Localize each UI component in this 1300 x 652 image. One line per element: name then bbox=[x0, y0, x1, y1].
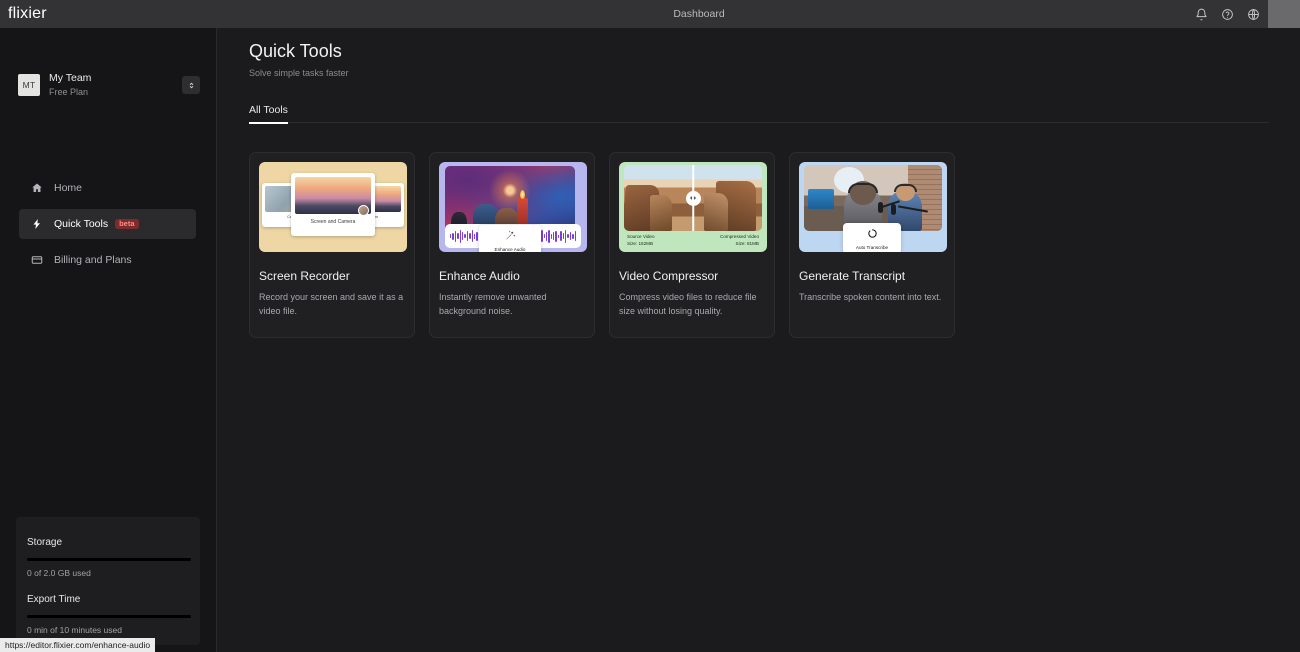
camera-bubble-overlay bbox=[358, 205, 369, 216]
rock-shape bbox=[650, 195, 672, 231]
team-plan: Free Plan bbox=[49, 86, 89, 97]
video-compressor-thumbnail: Source Video Size: 152MB Compressed Vide… bbox=[619, 162, 767, 252]
page-title: Quick Tools bbox=[249, 41, 342, 61]
storage-title: Storage bbox=[27, 537, 63, 548]
globe-icon[interactable] bbox=[1240, 0, 1266, 28]
headphones-shape bbox=[894, 184, 917, 192]
sidebar-item-label: Quick Tools bbox=[54, 218, 109, 230]
credit-card-icon bbox=[29, 252, 45, 268]
tool-card-description: Instantly remove unwanted background noi… bbox=[439, 292, 547, 316]
tool-card-grid: Camera Screen Screen and Camera Screen R… bbox=[249, 152, 955, 338]
generate-transcript-thumbnail: Auto Transcribe bbox=[799, 162, 947, 252]
tool-card-description: Record your screen and save it as a vide… bbox=[259, 292, 404, 316]
sidebar-nav: Home Quick Tools beta Billing and Plans bbox=[19, 173, 196, 281]
canyon-photo bbox=[624, 165, 762, 231]
team-name: My Team bbox=[49, 71, 92, 84]
tool-card-title: Enhance Audio bbox=[439, 269, 520, 283]
tab-bar: All Tools bbox=[249, 100, 1269, 124]
auto-transcribe-button-label: Auto Transcribe bbox=[855, 244, 889, 250]
tool-card-screen-recorder[interactable]: Camera Screen Screen and Camera Screen R… bbox=[249, 152, 415, 338]
tool-card-generate-transcript[interactable]: Auto Transcribe Generate Transcript Tran… bbox=[789, 152, 955, 338]
headphones-shape bbox=[848, 183, 878, 193]
rock-shape bbox=[704, 193, 728, 231]
monitor-shape bbox=[808, 189, 834, 209]
source-video-label: Source Video bbox=[627, 234, 655, 240]
tool-card-title: Screen Recorder bbox=[259, 269, 350, 283]
bolt-icon bbox=[29, 216, 45, 232]
topbar-icon-group bbox=[1188, 0, 1300, 28]
spinner-icon bbox=[867, 228, 878, 242]
export-time-title: Export Time bbox=[27, 594, 81, 605]
comparison-slider-handle[interactable] bbox=[685, 190, 701, 206]
microphone-shape bbox=[891, 204, 896, 215]
enhance-audio-button-label: Enhance Audio bbox=[494, 246, 526, 252]
thumbnail-card-label: Screen and Camera bbox=[310, 219, 356, 225]
storage-progress-bar bbox=[27, 558, 191, 561]
sidebar-item-quick-tools[interactable]: Quick Tools beta bbox=[19, 209, 196, 239]
export-time-value: 0 min of 10 minutes used bbox=[27, 625, 122, 635]
flame-shape bbox=[520, 190, 525, 199]
thumbnail-card-screen-and-camera: Screen and Camera bbox=[291, 173, 375, 236]
enhance-audio-button[interactable]: Enhance Audio bbox=[479, 225, 541, 252]
sidebar-item-label: Home bbox=[54, 182, 83, 194]
tool-card-enhance-audio[interactable]: Enhance Audio Enhance Audio Instantly re… bbox=[429, 152, 595, 338]
team-text: My Team Free Plan bbox=[49, 72, 91, 98]
compressed-video-size: Size: 81MB bbox=[735, 241, 760, 247]
top-bar: flixier Dashboard bbox=[0, 0, 1300, 28]
storage-value: 0 of 2.0 GB used bbox=[27, 568, 91, 578]
auto-transcribe-button[interactable]: Auto Transcribe bbox=[843, 223, 901, 252]
home-icon bbox=[29, 180, 45, 196]
tool-card-description: Transcribe spoken content into text. bbox=[799, 292, 942, 302]
export-time-progress-bar bbox=[27, 615, 191, 618]
source-video-size: Size: 152MB bbox=[627, 241, 654, 247]
bell-icon[interactable] bbox=[1188, 0, 1214, 28]
tool-card-title: Video Compressor bbox=[619, 269, 719, 283]
tool-card-title: Generate Transcript bbox=[799, 269, 906, 283]
team-switcher[interactable]: MT My Team Free Plan bbox=[18, 68, 200, 102]
team-initials-avatar: MT bbox=[18, 74, 40, 96]
chevron-updown-icon[interactable] bbox=[182, 76, 200, 94]
compressed-video-label: Compressed Video bbox=[720, 234, 759, 240]
podcast-studio-photo bbox=[804, 165, 942, 231]
main-content: Quick Tools Solve simple tasks faster Al… bbox=[217, 28, 1300, 652]
avatar[interactable] bbox=[1268, 0, 1300, 28]
tool-card-description: Compress video files to reduce file size… bbox=[619, 292, 757, 316]
waveform-right bbox=[538, 229, 576, 243]
usage-panel: Storage 0 of 2.0 GB used Export Time 0 m… bbox=[16, 517, 200, 645]
sidebar: MT My Team Free Plan Home Quick Tools be… bbox=[0, 28, 217, 652]
beta-badge: beta bbox=[115, 218, 139, 230]
help-icon[interactable] bbox=[1214, 0, 1240, 28]
compression-labels: Source Video Size: 152MB Compressed Vide… bbox=[624, 234, 762, 248]
compressed-video-label-group: Compressed Video Size: 81MB bbox=[720, 234, 759, 248]
screen-recorder-thumbnail: Camera Screen Screen and Camera bbox=[259, 162, 407, 252]
tab-all-tools[interactable]: All Tools bbox=[249, 104, 288, 124]
source-video-label-group: Source Video Size: 152MB bbox=[627, 234, 655, 248]
magic-wand-icon bbox=[505, 230, 516, 244]
sidebar-item-home[interactable]: Home bbox=[19, 173, 196, 203]
sidebar-item-billing-and-plans[interactable]: Billing and Plans bbox=[19, 245, 196, 275]
tool-card-video-compressor[interactable]: Source Video Size: 152MB Compressed Vide… bbox=[609, 152, 775, 338]
enhance-audio-thumbnail: Enhance Audio bbox=[439, 162, 587, 252]
sidebar-item-label: Billing and Plans bbox=[54, 254, 132, 266]
page-subtitle: Solve simple tasks faster bbox=[249, 68, 349, 78]
page-context-title: Dashboard bbox=[673, 8, 725, 20]
microphone-shape bbox=[878, 202, 883, 213]
status-bar-url: https://editor.flixier.com/enhance-audio bbox=[0, 638, 156, 652]
app-logo[interactable]: flixier bbox=[0, 5, 210, 23]
